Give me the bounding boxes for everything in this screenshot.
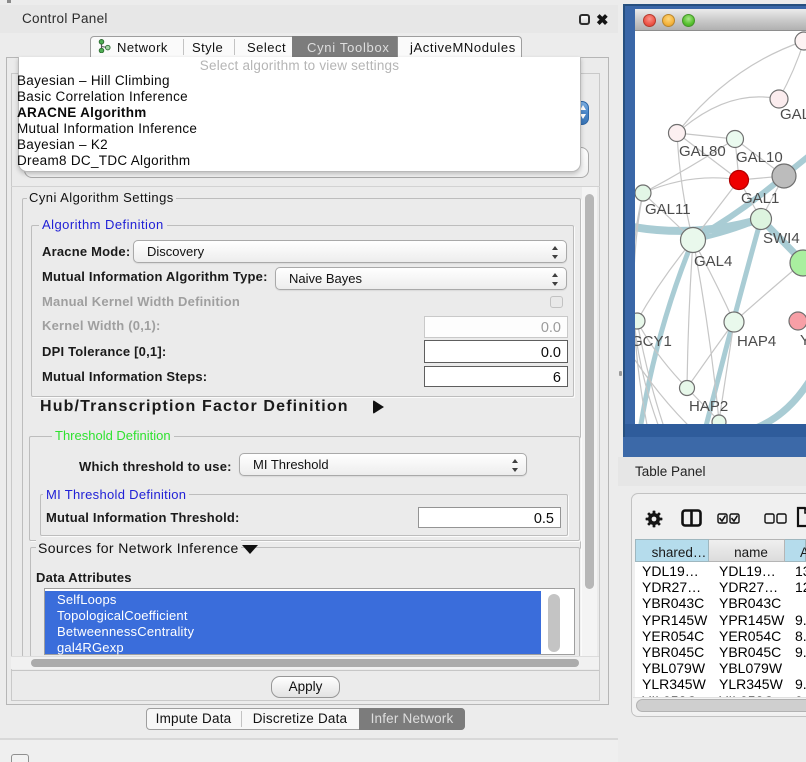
svg-text:Y: Y	[800, 332, 806, 349]
svg-text:GAL1: GAL1	[741, 190, 779, 207]
svg-text:GCY1: GCY1	[635, 333, 672, 350]
svg-text:GAL: GAL	[780, 106, 806, 123]
svg-text:GAL4: GAL4	[694, 253, 732, 270]
svg-text:HAP4: HAP4	[737, 333, 776, 350]
svg-text:SWI4: SWI4	[763, 230, 800, 247]
svg-text:GAL11: GAL11	[645, 201, 691, 218]
svg-text:GAL80: GAL80	[679, 143, 726, 160]
svg-text:HAP2: HAP2	[689, 398, 728, 415]
svg-text:GAL10: GAL10	[736, 149, 783, 166]
